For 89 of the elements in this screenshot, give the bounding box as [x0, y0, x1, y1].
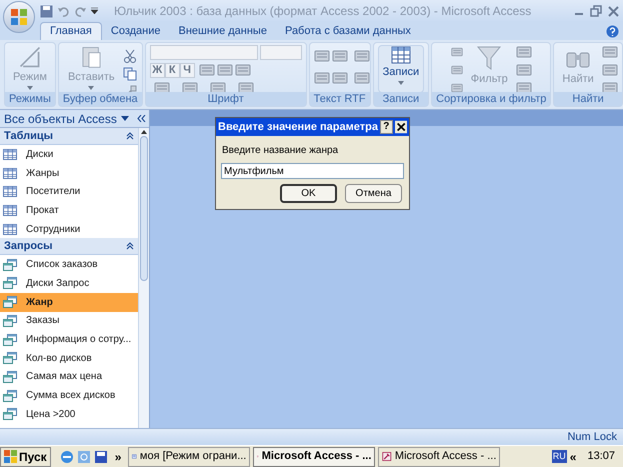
collapse-section-icon: [126, 242, 134, 250]
clock: 13:07: [586, 449, 616, 464]
ruler-pencil-icon: [18, 45, 42, 69]
ribbon-tab[interactable]: Главная: [40, 22, 102, 40]
ribbon-tab[interactable]: Создание: [102, 22, 170, 40]
save-icon[interactable]: [40, 4, 53, 18]
group-label: Режимы: [5, 92, 55, 106]
office-logo-icon: [10, 8, 28, 26]
caret-icon: [26, 86, 33, 90]
collapse-section-icon: [126, 132, 134, 140]
records-button[interactable]: Записи: [378, 45, 424, 92]
windows-logo-icon: [4, 450, 17, 463]
query-icon: [3, 370, 17, 383]
caret-icon: [88, 86, 94, 90]
nav-item[interactable]: Самая мах цена: [0, 368, 138, 386]
window-title: Юльчик 2003 : база данных (формат Access 2002 - 2003) - Microsoft Access: [114, 3, 532, 20]
dialog-title: Введите значение параметра: [218, 120, 378, 135]
nav-item[interactable]: Жанры: [0, 164, 138, 182]
nav-item[interactable]: Диски: [0, 145, 138, 164]
ribbon-tab[interactable]: Работа с базами данных: [276, 22, 420, 40]
nav-item[interactable]: Информация о сотру...: [0, 330, 138, 349]
group-label: Шрифт: [146, 92, 306, 106]
help-button[interactable]: ?: [380, 120, 393, 134]
table-icon: [3, 148, 17, 160]
copy-icon[interactable]: [122, 67, 137, 81]
status-bar: Num Lock: [0, 428, 623, 445]
format-button[interactable]: Ч: [180, 63, 195, 78]
tray-toggle[interactable]: «: [570, 448, 576, 466]
close-icon[interactable]: [394, 120, 407, 134]
input-field[interactable]: Мультфильм: [221, 163, 404, 179]
nav-item[interactable]: Заказы: [0, 312, 138, 330]
scroll-up-icon[interactable]: [141, 130, 147, 134]
nav-item[interactable]: Жанр: [0, 292, 138, 312]
language-indicator[interactable]: RU: [552, 450, 567, 464]
start-button[interactable]: Пуск: [0, 446, 51, 466]
table-icon: [3, 186, 17, 198]
format-button[interactable]: Ж: [150, 63, 165, 78]
table-icon: [3, 224, 17, 235]
section-header[interactable]: Таблицы: [0, 128, 138, 145]
nav-item[interactable]: Список заказов: [0, 255, 138, 274]
dialog-prompt: Введите название жанра: [222, 144, 340, 158]
format-button[interactable]: К: [164, 63, 180, 78]
nav-item[interactable]: Диски Запрос: [0, 274, 138, 293]
nav-item[interactable]: Цена >200: [0, 404, 138, 424]
group-label: Буфер обмена: [58, 92, 142, 106]
query-icon: [3, 352, 17, 364]
table-icon: [3, 168, 17, 179]
caret-icon: [398, 80, 404, 84]
undo-icon[interactable]: [57, 4, 70, 18]
nav-item[interactable]: Посетители: [0, 182, 138, 202]
clipboard-icon: [80, 45, 102, 69]
taskbar-button[interactable]: моя [Режим ограни...: [128, 446, 250, 466]
font-size-field[interactable]: [260, 45, 302, 60]
scissors-icon[interactable]: [122, 49, 137, 63]
help-icon[interactable]: [606, 25, 619, 38]
query-icon: [3, 277, 17, 290]
font-name-field[interactable]: [150, 45, 258, 60]
nav-item[interactable]: Сотрудники: [0, 220, 138, 238]
dropdown-icon[interactable]: [121, 116, 129, 122]
query-icon: [3, 390, 17, 402]
taskbar-button[interactable]: Microsoft Access - ...: [253, 446, 376, 466]
dialog-button[interactable]: OK: [280, 184, 337, 203]
query-icon: [3, 314, 17, 327]
taskbar-button[interactable]: Microsoft Access - ...: [378, 446, 500, 466]
dialog-button[interactable]: Отмена: [345, 184, 402, 203]
scrollbar[interactable]: [138, 128, 149, 428]
query-icon: [3, 334, 17, 346]
group-label: Записи: [374, 92, 428, 106]
restore-icon[interactable]: [590, 5, 602, 17]
query-icon: [3, 408, 17, 420]
section-header[interactable]: Запросы: [0, 238, 138, 256]
table-icon: [3, 204, 17, 216]
funnel-icon: [476, 45, 502, 71]
nav-item[interactable]: Сумма всех дисков: [0, 386, 138, 405]
office-button[interactable]: [3, 1, 35, 33]
redo-icon[interactable]: [74, 4, 87, 18]
group-label: Сортировка и фильтр: [432, 92, 550, 106]
more-icon[interactable]: »: [110, 448, 126, 466]
customize-icon[interactable]: [91, 7, 98, 15]
group-label: Текст RTF: [310, 92, 370, 106]
collapse-icon[interactable]: [137, 115, 146, 122]
nav-item[interactable]: Прокат: [0, 201, 138, 220]
group-label: Найти: [554, 92, 622, 106]
nav-item[interactable]: Кол-во дисков: [0, 348, 138, 368]
query-icon: [3, 296, 17, 308]
datasheet-icon: [390, 46, 411, 64]
ribbon-tab[interactable]: Внешние данные: [170, 22, 276, 40]
query-icon: [3, 258, 17, 271]
save-icon[interactable]: [94, 450, 108, 464]
